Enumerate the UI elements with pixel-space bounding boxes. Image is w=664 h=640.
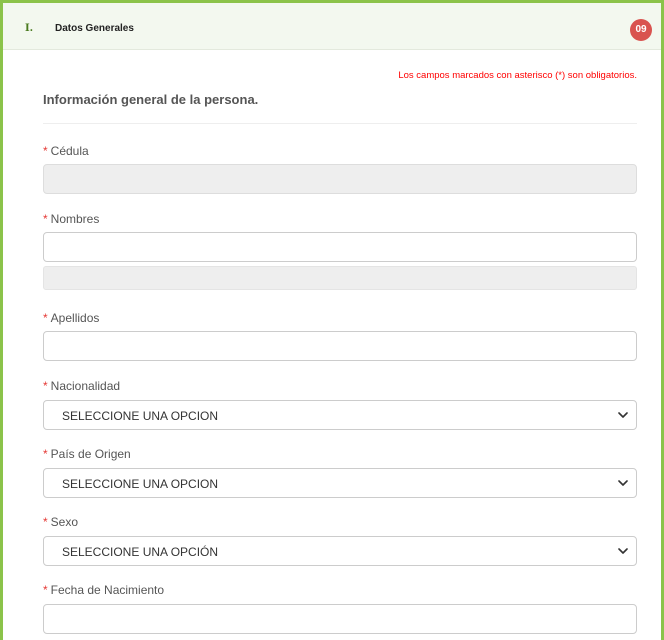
apellidos-label: * Apellidos [43,311,99,325]
section-number: I. [25,23,34,34]
cedula-label: * Cédula [43,144,89,158]
nombres-label: * Nombres [43,212,99,226]
sexo-label-text: Sexo [50,515,79,529]
apellidos-label-text: Apellidos [50,311,100,325]
sexo-select[interactable]: SELECCIONE UNA OPCIÓN [43,536,637,566]
section-title: Datos Generales [55,23,134,34]
fecha-nacimiento-input[interactable] [43,604,637,634]
sexo-label: * Sexo [43,515,78,529]
fecha-nacimiento-label-text: Fecha de Nacimiento [50,583,165,597]
nacionalidad-select[interactable]: SELECCIONE UNA OPCION [43,400,637,430]
general-data-panel: I. Datos Generales 09 Los campos marcado… [0,0,664,640]
fecha-nacimiento-label: * Fecha de Nacimiento [43,583,164,597]
sexo-selected-value: SELECCIONE UNA OPCIÓN [62,545,219,559]
pais-origen-label: * País de Origen [43,447,131,461]
required-asterisk: * [43,583,48,597]
nombres-input[interactable] [43,232,637,262]
cedula-input [43,164,637,194]
chevron-down-icon [618,412,628,418]
nombres-label-text: Nombres [50,212,100,226]
form-subtitle: Información general de la persona. [43,92,259,107]
pais-origen-selected-value: SELECCIONE UNA OPCION [62,477,219,491]
nacionalidad-label: * Nacionalidad [43,379,120,393]
apellidos-input[interactable] [43,331,637,361]
count-badge: 09 [630,19,652,41]
nombres-readonly-box [43,266,637,290]
chevron-down-icon [618,548,628,554]
cedula-label-text: Cédula [50,144,89,158]
required-asterisk: * [43,212,48,226]
required-asterisk: * [43,144,48,158]
required-asterisk: * [43,447,48,461]
required-asterisk: * [43,515,48,529]
pais-origen-select[interactable]: SELECCIONE UNA OPCION [43,468,637,498]
required-asterisk: * [43,311,48,325]
nacionalidad-label-text: Nacionalidad [50,379,121,393]
nacionalidad-selected-value: SELECCIONE UNA OPCION [62,409,219,423]
required-asterisk: * [43,379,48,393]
divider [43,123,637,124]
pais-origen-label-text: País de Origen [50,447,131,461]
panel-header[interactable]: I. Datos Generales 09 [3,3,661,50]
chevron-down-icon [618,480,628,486]
required-fields-note: Los campos marcados con asterisco (*) so… [398,70,637,81]
